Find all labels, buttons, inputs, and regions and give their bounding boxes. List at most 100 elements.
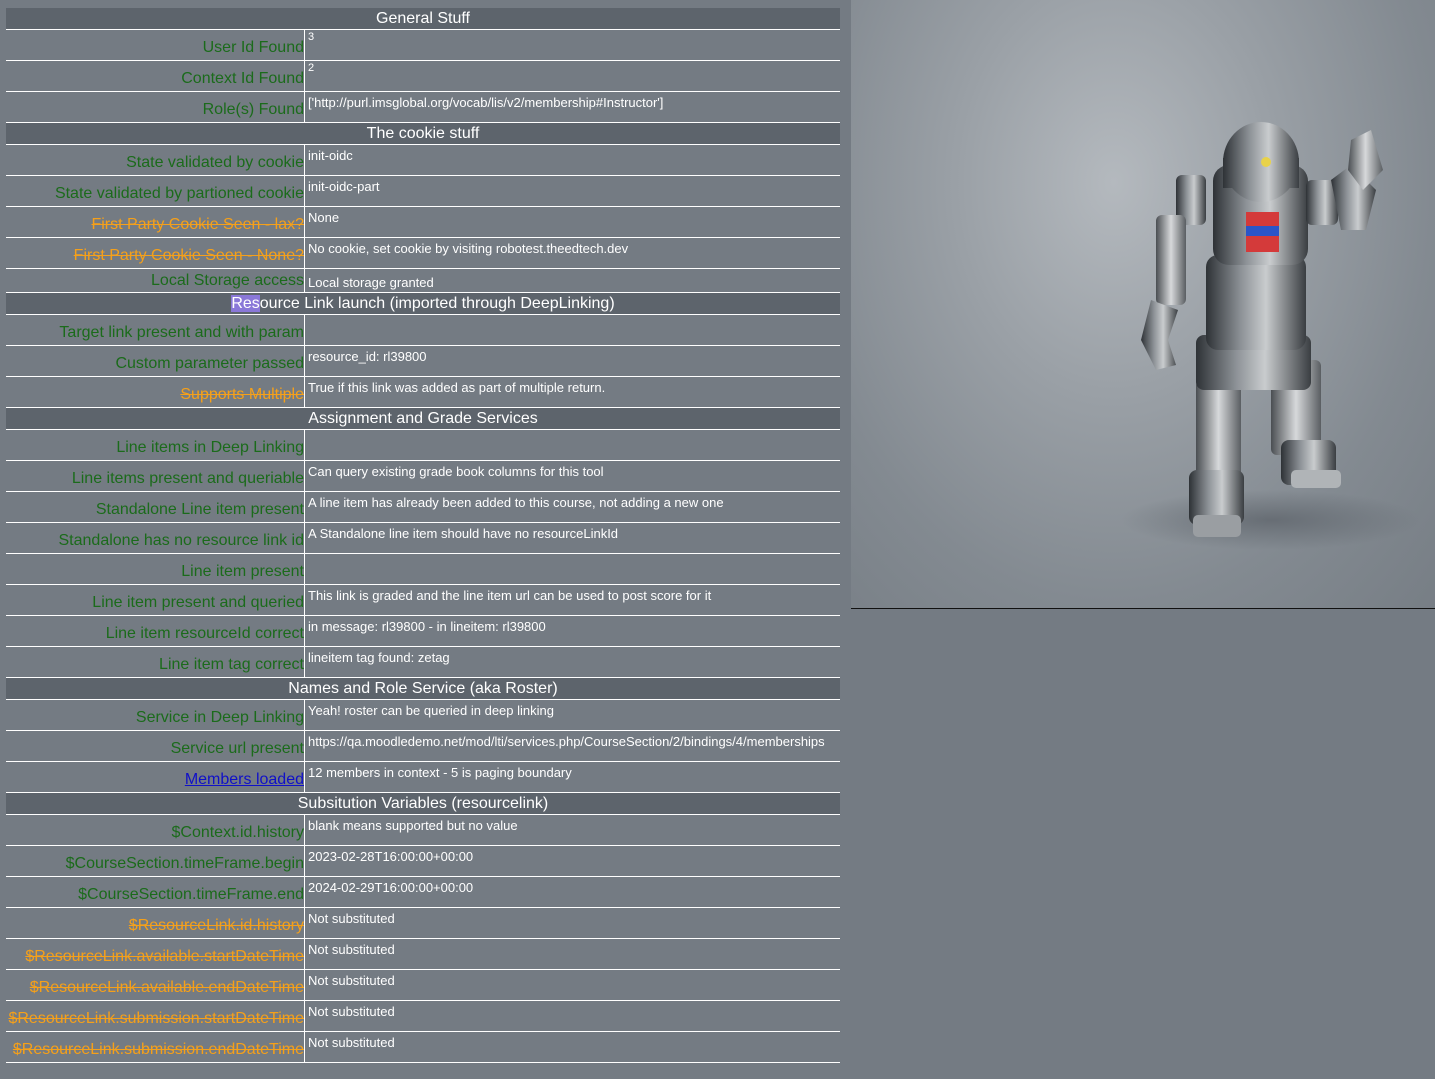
members-loaded-link[interactable]: Members loaded [6, 762, 305, 792]
result-label: Line item present and queried [6, 585, 305, 615]
result-value [305, 315, 840, 345]
result-value: https://qa.moodledemo.net/mod/lti/servic… [308, 734, 825, 749]
result-row: $ResourceLink.available.endDateTime Not s… [6, 970, 840, 1001]
result-label: Role(s) Found [6, 92, 305, 122]
result-label: Local Storage access [6, 269, 305, 292]
result-label: Standalone has no resource link id [6, 523, 305, 553]
result-row: Custom parameter passed resource_id: rl39… [6, 346, 840, 377]
selected-text-highlight: Res [231, 295, 260, 312]
result-value: blank means supported but no value [308, 818, 518, 833]
result-row: Line item tag correct lineitem tag found:… [6, 647, 840, 678]
result-row: State validated by partioned cookie init-… [6, 176, 840, 207]
result-value: ['http://purl.imsglobal.org/vocab/lis/v2… [308, 95, 664, 110]
result-value: Not substituted [308, 911, 395, 926]
result-label: Target link present and with param [6, 315, 305, 345]
result-label: $ResourceLink.submission.endDateTime [6, 1032, 305, 1062]
result-value: True if this link was added as part of m… [308, 380, 606, 395]
result-row: Members loaded 12 members in context - 5 … [6, 762, 840, 793]
result-row: $ResourceLink.available.startDateTime Not… [6, 939, 840, 970]
result-value [305, 554, 840, 584]
result-value: Can query existing grade book columns fo… [308, 464, 604, 479]
result-label: $ResourceLink.submission.startDateTime [6, 1001, 305, 1031]
result-value: Not substituted [308, 1004, 395, 1019]
result-row: $CourseSection.timeFrame.begin 2023-02-28… [6, 846, 840, 877]
result-row: Line items present and queriable Can quer… [6, 461, 840, 492]
result-label: State validated by partioned cookie [6, 176, 305, 206]
result-value: 3 [308, 31, 315, 43]
result-label: $ResourceLink.available.endDateTime [6, 970, 305, 1000]
result-value: This link is graded and the line item ur… [308, 588, 712, 603]
result-label: State validated by cookie [6, 145, 305, 175]
result-value: No cookie, set cookie by visiting robote… [308, 241, 629, 256]
section-header: Resource Link launch (imported through D… [6, 293, 840, 315]
result-value [305, 430, 840, 460]
result-row: First Party Cookie Seen - None? No cookie… [6, 238, 840, 269]
result-value: lineitem tag found: zetag [308, 650, 450, 665]
result-row: Line item present and queried This link i… [6, 585, 840, 616]
result-value: 2 [308, 62, 315, 74]
section-header: Subsitution Variables (resourcelink) [6, 793, 840, 815]
section-title-rest: ource Link launch (imported through Deep… [259, 295, 615, 312]
section-header: Assignment and Grade Services [6, 408, 840, 430]
result-label: $ResourceLink.id.history [6, 908, 305, 938]
result-value: 12 members in context - 5 is paging boun… [308, 765, 572, 780]
result-value: 2023-02-28T16:00:00+00:00 [308, 849, 474, 864]
section-header: General Stuff [6, 8, 840, 30]
result-value: Not substituted [308, 1035, 395, 1050]
section-header: Names and Role Service (aka Roster) [6, 678, 840, 700]
result-row: $ResourceLink.submission.startDateTime No… [6, 1001, 840, 1032]
result-value: init-oidc [308, 148, 353, 163]
result-value: Not substituted [308, 973, 395, 988]
result-row: Line item present [6, 554, 840, 585]
result-label: Service in Deep Linking [6, 700, 305, 730]
result-label: $Context.id.history [6, 815, 305, 845]
result-row: $ResourceLink.submission.endDateTime Not … [6, 1032, 840, 1063]
result-value: Not substituted [308, 942, 395, 957]
result-label: Line items present and queriable [6, 461, 305, 491]
result-row: Service url present https://qa.moodledemo… [6, 731, 840, 762]
result-label: Service url present [6, 731, 305, 761]
result-value: A Standalone line item should have no re… [308, 526, 619, 541]
result-label: Line item resourceId correct [6, 616, 305, 646]
result-row: State validated by cookie init-oidc [6, 145, 840, 176]
result-label: Standalone Line item present [6, 492, 305, 522]
result-row: Role(s) Found ['http://purl.imsglobal.org… [6, 92, 840, 123]
result-row: Line item resourceId correct in message: … [6, 616, 840, 647]
result-row: User Id Found 3 [6, 30, 840, 61]
result-row: Standalone Line item present A line item … [6, 492, 840, 523]
result-row: $CourseSection.timeFrame.end 2024-02-29T1… [6, 877, 840, 908]
result-row: Context Id Found 2 [6, 61, 840, 92]
result-label: Context Id Found [6, 61, 305, 91]
result-row: Local Storage access Local storage grante… [6, 269, 840, 293]
result-label: $CourseSection.timeFrame.end [6, 877, 305, 907]
result-label: Line item tag correct [6, 647, 305, 677]
result-value: None [308, 210, 340, 225]
result-label: First Party Cookie Seen - None? [6, 238, 305, 268]
result-row: Line items in Deep Linking [6, 430, 840, 461]
result-row: Supports Multiple True if this link was a… [6, 377, 840, 408]
result-value: Yeah! roster can be queried in deep link… [308, 703, 554, 718]
result-row: Target link present and with param [6, 315, 840, 346]
result-label: User Id Found [6, 30, 305, 60]
robot-icon [1121, 122, 1421, 550]
robot-image [851, 0, 1435, 609]
section-header: The cookie stuff [6, 123, 840, 145]
result-label: Supports Multiple [6, 377, 305, 407]
result-row: Service in Deep Linking Yeah! roster can … [6, 700, 840, 731]
result-label: First Party Cookie Seen - lax? [6, 207, 305, 237]
result-value: in message: rl39800 - in lineitem: rl398… [308, 619, 546, 634]
result-label: Custom parameter passed [6, 346, 305, 376]
result-label: $CourseSection.timeFrame.begin [6, 846, 305, 876]
result-row: $Context.id.history blank means supported… [6, 815, 840, 846]
result-value: init-oidc-part [308, 179, 380, 194]
result-value: resource_id: rl39800 [308, 349, 427, 364]
result-value: 2024-02-29T16:00:00+00:00 [308, 880, 474, 895]
result-row: First Party Cookie Seen - lax? None [6, 207, 840, 238]
result-value: A line item has already been added to th… [308, 495, 724, 510]
result-label: Line items in Deep Linking [6, 430, 305, 460]
result-row: Standalone has no resource link id A Stan… [6, 523, 840, 554]
result-value: Local storage granted [308, 275, 434, 290]
result-label: $ResourceLink.available.startDateTime [6, 939, 305, 969]
result-label: Line item present [6, 554, 305, 584]
test-report-table: General Stuff User Id Found 3 Context Id Fo… [6, 8, 840, 1063]
